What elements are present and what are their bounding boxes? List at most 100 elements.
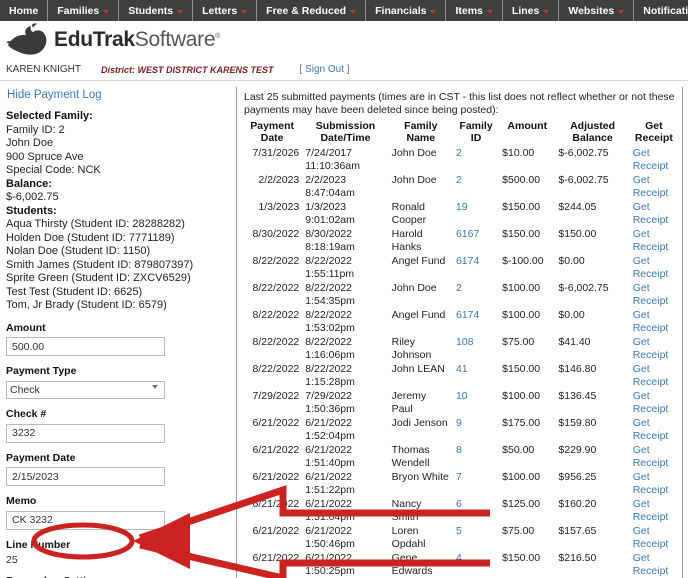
cell-family-id[interactable]: 19 — [453, 200, 499, 227]
nav-item-lines[interactable]: Lines — [503, 0, 560, 21]
payment-date-input[interactable] — [6, 467, 165, 486]
nav-item-students[interactable]: Students — [119, 0, 194, 21]
cell-family-id[interactable]: 5 — [453, 524, 499, 551]
get-receipt-link[interactable]: Get Receipt — [633, 336, 669, 361]
cell-get-receipt[interactable]: Get Receipt — [630, 281, 678, 308]
get-receipt-link[interactable]: Get Receipt — [633, 525, 669, 550]
cell-submission-datetime: 8/22/2022 1:55:11pm — [302, 254, 388, 281]
cell-get-receipt[interactable]: Get Receipt — [630, 254, 678, 281]
family-id-link[interactable]: 2 — [456, 282, 462, 294]
cell-family-id[interactable]: 2 — [453, 281, 499, 308]
cell-family-id[interactable]: 10 — [453, 389, 499, 416]
cell-family-id[interactable]: 6 — [453, 497, 499, 524]
cell-family-id[interactable]: 8 — [453, 443, 499, 470]
cell-family-id[interactable]: 41 — [453, 362, 499, 389]
cell-get-receipt[interactable]: Get Receipt — [630, 497, 678, 524]
get-receipt-link[interactable]: Get Receipt — [633, 363, 669, 388]
nav-item-label: Items — [455, 4, 483, 17]
family-id-link[interactable]: 10 — [456, 390, 468, 402]
cell-get-receipt[interactable]: Get Receipt — [630, 146, 678, 173]
remember-settings-label: Remember Settings — [6, 575, 220, 578]
submission-time: 1:16:06pm — [305, 348, 355, 361]
family-id-link[interactable]: 9 — [456, 417, 462, 429]
nav-item-families[interactable]: Families — [48, 0, 120, 21]
get-receipt-link[interactable]: Get Receipt — [633, 174, 669, 199]
cell-family-name: Angel Fund — [391, 255, 446, 267]
get-receipt-link[interactable]: Get Receipt — [633, 471, 669, 496]
family-id-link[interactable]: 41 — [456, 363, 468, 375]
get-receipt-link[interactable]: Get Receipt — [633, 498, 669, 523]
cell-get-receipt[interactable]: Get Receipt — [630, 470, 678, 497]
family-id-link[interactable]: 5 — [456, 525, 462, 537]
cell-get-receipt[interactable]: Get Receipt — [630, 227, 678, 254]
cell-family-id[interactable]: 108 — [453, 335, 499, 362]
family-id-link[interactable]: 108 — [456, 336, 474, 348]
submission-date: 8/22/2022 — [305, 255, 352, 267]
cell-family-name: Loren Opdahl — [391, 525, 426, 550]
cell-family-name: Harold Hanks — [391, 228, 423, 253]
payment-type-select[interactable]: Check — [6, 381, 165, 399]
submission-date: 7/24/2017 — [305, 147, 352, 159]
header-payment-date: Payment Date — [250, 120, 295, 144]
cell-amount: $125.00 — [502, 498, 541, 510]
nav-item-home[interactable]: Home — [0, 0, 49, 21]
apple-logo-icon — [6, 23, 52, 57]
cell-submission-datetime: 1/3/2023 9:01:02am — [302, 200, 388, 227]
chevron-down-icon — [241, 9, 248, 14]
family-id-link[interactable]: 4 — [456, 552, 462, 564]
family-id-link[interactable]: 19 — [456, 201, 468, 213]
family-id-link[interactable]: 2 — [456, 174, 462, 186]
cell-get-receipt[interactable]: Get Receipt — [630, 524, 678, 551]
submission-date: 7/29/2022 — [305, 390, 352, 402]
cell-family-id[interactable]: 6174 — [453, 308, 499, 335]
get-receipt-link[interactable]: Get Receipt — [633, 390, 669, 415]
cell-payment-date: 8/22/2022 — [252, 255, 300, 267]
nav-item-letters[interactable]: Letters — [193, 0, 258, 21]
nav-item-items[interactable]: Items — [446, 0, 503, 21]
check-number-input[interactable] — [6, 423, 165, 443]
nav-item-financials[interactable]: Financials — [366, 0, 447, 21]
nav-item-free-reduced[interactable]: Free & Reduced — [257, 0, 367, 21]
family-id-link[interactable]: 6167 — [456, 228, 479, 240]
cell-family-id[interactable]: 6167 — [453, 227, 499, 254]
cell-get-receipt[interactable]: Get Receipt — [630, 443, 678, 470]
get-receipt-link[interactable]: Get Receipt — [633, 444, 669, 469]
get-receipt-link[interactable]: Get Receipt — [633, 309, 669, 334]
submission-date: 6/21/2022 — [305, 498, 352, 510]
brand-title: EduTrakSoftware® — [54, 28, 220, 52]
cell-family-id[interactable]: 2 — [453, 173, 499, 200]
hide-payment-log-link[interactable]: Hide Payment Log — [7, 89, 220, 101]
cell-get-receipt[interactable]: Get Receipt — [630, 551, 678, 578]
get-receipt-link[interactable]: Get Receipt — [633, 147, 669, 172]
memo-input[interactable] — [6, 510, 165, 530]
nav-item-notifications[interactable]: Notifications — [634, 0, 688, 21]
family-id-link[interactable]: 6174 — [456, 309, 479, 321]
cell-family-id[interactable]: 6174 — [453, 254, 499, 281]
nav-item-websites[interactable]: Websites — [559, 0, 635, 21]
get-receipt-link[interactable]: Get Receipt — [633, 552, 669, 577]
get-receipt-link[interactable]: Get Receipt — [633, 417, 669, 442]
submission-date: 6/21/2022 — [305, 471, 352, 483]
family-id-link[interactable]: 2 — [456, 147, 462, 159]
cell-get-receipt[interactable]: Get Receipt — [630, 173, 678, 200]
signout-link[interactable]: Sign Out — [305, 64, 344, 75]
get-receipt-link[interactable]: Get Receipt — [633, 282, 669, 307]
cell-family-id[interactable]: 7 — [453, 470, 499, 497]
cell-family-id[interactable]: 9 — [453, 416, 499, 443]
get-receipt-link[interactable]: Get Receipt — [633, 228, 669, 253]
cell-get-receipt[interactable]: Get Receipt — [630, 335, 678, 362]
family-id-link[interactable]: 7 — [456, 471, 462, 483]
cell-get-receipt[interactable]: Get Receipt — [630, 389, 678, 416]
cell-family-id[interactable]: 2 — [453, 146, 499, 173]
family-id-link[interactable]: 6 — [456, 498, 462, 510]
family-id-link[interactable]: 6174 — [456, 255, 479, 267]
cell-get-receipt[interactable]: Get Receipt — [630, 416, 678, 443]
cell-get-receipt[interactable]: Get Receipt — [630, 362, 678, 389]
amount-input[interactable] — [6, 337, 165, 356]
cell-family-id[interactable]: 4 — [453, 551, 499, 578]
get-receipt-link[interactable]: Get Receipt — [633, 201, 669, 226]
cell-get-receipt[interactable]: Get Receipt — [630, 308, 678, 335]
family-id-link[interactable]: 8 — [456, 444, 462, 456]
get-receipt-link[interactable]: Get Receipt — [633, 255, 669, 280]
cell-get-receipt[interactable]: Get Receipt — [630, 200, 678, 227]
